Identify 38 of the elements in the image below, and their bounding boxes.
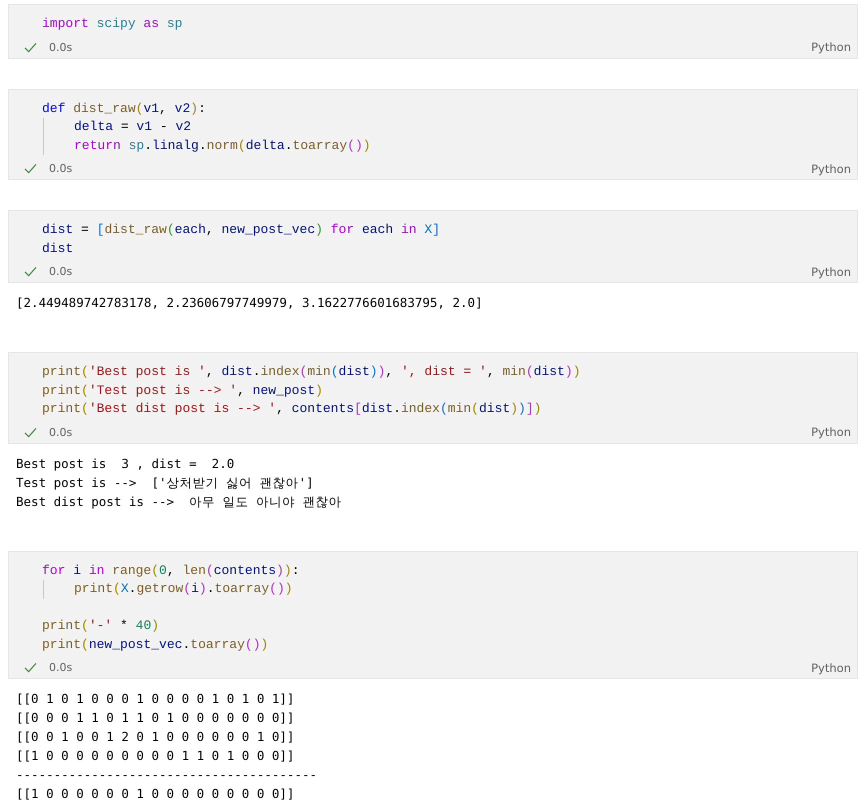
language-label[interactable]: Python xyxy=(811,660,851,674)
code-line: return sp.linalg.norm(delta.toarray()) xyxy=(74,136,371,154)
language-label[interactable]: Python xyxy=(811,162,851,176)
code-cell[interactable]: def dist_raw(v1, v2): delta = v1 - v2 return sp.linalg.norm(delta.toarray()) 0.0s Python xyxy=(8,88,858,180)
language-label[interactable]: Python xyxy=(811,40,851,54)
code-line: print(X.getrow(i).toarray()) xyxy=(74,580,293,598)
language-label[interactable]: Python xyxy=(811,264,851,278)
code-cell[interactable]: for i in range(0, len(contents)): print(X.getrow(i).toarray()) print('-' * 40) print(new_post_vec.toarray()) 0.0s Python xyxy=(8,550,858,679)
code-line: delta = v1 - v2 xyxy=(74,118,192,136)
language-label[interactable]: Python xyxy=(811,425,851,439)
output-line: [[0 0 1 0 0 1 2 0 1 0 0 0 0 0 0 1 0]] xyxy=(16,728,294,746)
code-line: import scipy as sp xyxy=(42,15,182,33)
code-line: dist xyxy=(42,240,74,258)
code-line: print('-' * 40) xyxy=(42,617,160,635)
output-line: [[0 1 0 1 0 0 0 1 0 0 0 0 1 0 1 0 1]] xyxy=(16,690,294,708)
execution-time: 0.0s xyxy=(49,265,72,278)
output-line: [[1 0 0 0 0 0 0 0 0 0 1 1 0 1 0 0 0]] xyxy=(16,747,294,765)
code-line: print('Best dist post is --> ', contents[dist.index(min(dist))]) xyxy=(42,400,542,418)
code-cell[interactable]: print('Best post is ', dist.index(min(dist)), ', dist = ', min(dist)) print('Test post is --> ', new_post) print('Best dist post is --> ', contents[dist.index(min(dist))]) 0.0s Python xyxy=(8,352,858,444)
output-line: Best dist post is --> 아무 일도 아니야 괜찮아 xyxy=(16,492,342,510)
output-line: [[0 0 0 1 1 0 1 1 0 1 0 0 0 0 0 0 0]] xyxy=(16,709,294,727)
execution-time: 0.0s xyxy=(49,162,72,175)
code-line: print('Test post is --> ', new_post) xyxy=(42,382,323,400)
execution-time: 0.0s xyxy=(49,40,72,54)
output-line: [[1 0 0 0 0 0 0 1 0 0 0 0 0 0 0 0 0]] xyxy=(16,785,294,803)
execution-time: 0.0s xyxy=(49,661,72,674)
output-line: Test post is --> ['상처받기 싫어 괜찮아'] xyxy=(16,474,314,492)
code-line: dist = [dist_raw(each, new_post_vec) for each in X] xyxy=(42,221,440,239)
output-line: Best post is 3 , dist = 2.0 xyxy=(16,454,234,472)
code-cell[interactable]: import scipy as sp 0.0s Python xyxy=(8,4,858,58)
code-cell[interactable]: dist = [dist_raw(each, new_post_vec) for each in X] dist 0.0s Python xyxy=(8,210,858,283)
output-line: [2.449489742783178, 2.23606797749979, 3.1622776601683795, 2.0] xyxy=(16,294,483,312)
code-line: for i in range(0, len(contents)): xyxy=(42,562,300,580)
code-line: print(new_post_vec.toarray()) xyxy=(42,636,268,654)
code-line: print('Best post is ', dist.index(min(dist)), ', dist = ', min(dist)) xyxy=(42,363,580,381)
execution-time: 0.0s xyxy=(49,426,72,438)
output-line: ---------------------------------------- xyxy=(16,766,318,784)
code-line: def dist_raw(v1, v2): xyxy=(42,100,206,118)
